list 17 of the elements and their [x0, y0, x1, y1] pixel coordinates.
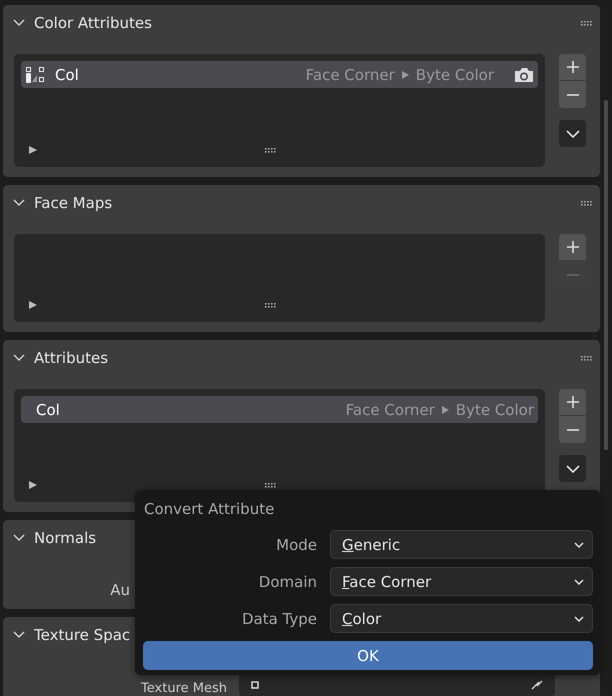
attribute-data-type: Byte Color — [456, 400, 534, 418]
property-label: Texture Mesh — [140, 682, 228, 696]
field-label: Data Type — [240, 610, 317, 628]
property-label: Au — [109, 581, 130, 599]
attribute-domain: Face Corner — [306, 66, 395, 84]
attribute-domain: Face Corner — [346, 400, 435, 418]
attribute-data-type: Byte Color — [416, 66, 494, 84]
field-label: Mode — [275, 536, 317, 554]
panel-title: Color Attributes — [34, 14, 152, 32]
panel-title: Texture Spac — [34, 626, 130, 644]
panel-title: Face Maps — [34, 194, 112, 212]
attribute-name: Col — [36, 400, 61, 418]
attribute-name: Col — [55, 66, 80, 84]
field-label: Domain — [258, 572, 317, 590]
dialog-title: Convert Attribute — [143, 500, 276, 520]
panel-title: Attributes — [34, 349, 108, 367]
panel-title: Normals — [34, 529, 96, 547]
